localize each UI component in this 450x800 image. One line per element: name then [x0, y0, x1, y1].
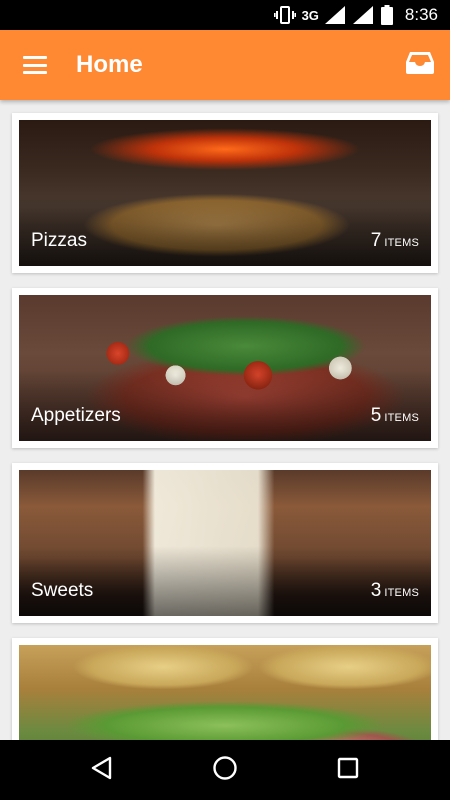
signal-strength-icon-2	[352, 6, 373, 24]
back-triangle-icon	[91, 756, 113, 785]
category-label: Sweets	[31, 580, 94, 601]
category-label: Appetizers	[31, 405, 121, 426]
system-nav-bar	[0, 740, 450, 800]
network-type: 3G	[301, 7, 319, 23]
battery-icon	[380, 5, 393, 25]
back-button[interactable]	[72, 740, 132, 800]
screen: 3G 8:36 Home Pizzas 7 ITEMS Appetizers 5…	[0, 0, 450, 800]
signal-strength-icon	[324, 6, 345, 24]
page-title: Home	[76, 51, 143, 78]
menu-button[interactable]	[0, 30, 70, 100]
hamburger-menu-icon	[23, 56, 47, 74]
item-count: 3 ITEMS	[371, 580, 419, 602]
status-bar: 3G 8:36	[0, 0, 450, 30]
home-circle-icon	[212, 755, 238, 786]
item-count-number: 5	[370, 405, 382, 426]
recents-square-icon	[337, 757, 359, 784]
vibrate-icon	[273, 6, 296, 24]
item-count-unit: ITEMS	[384, 237, 419, 249]
category-label: Pizzas	[31, 230, 87, 251]
item-count-unit: ITEMS	[384, 587, 419, 599]
home-button[interactable]	[195, 740, 255, 800]
item-count-number: 3	[370, 580, 382, 601]
item-count-unit: ITEMS	[384, 412, 419, 424]
category-card-appetizers[interactable]: Appetizers 5 ITEMS	[12, 288, 438, 448]
category-card-sandwiches[interactable]	[12, 638, 438, 740]
clock: 8:36	[404, 5, 438, 24]
app-bar: Home	[0, 30, 450, 100]
category-list: Pizzas 7 ITEMS Appetizers 5 ITEMS Sweets	[0, 100, 450, 740]
inbox-tray-icon	[405, 51, 435, 80]
item-count: 7 ITEMS	[371, 230, 419, 252]
category-card-sweets[interactable]: Sweets 3 ITEMS	[12, 463, 438, 623]
pizza-photo: Pizzas 7 ITEMS	[19, 120, 431, 266]
inbox-button[interactable]	[390, 30, 450, 100]
item-count-number: 7	[370, 230, 382, 251]
category-card-pizzas[interactable]: Pizzas 7 ITEMS	[12, 113, 438, 273]
sweets-photo: Sweets 3 ITEMS	[19, 470, 431, 616]
recents-button[interactable]	[318, 740, 378, 800]
item-count: 5 ITEMS	[371, 405, 419, 427]
sandwich-photo	[19, 645, 431, 740]
appetizer-photo: Appetizers 5 ITEMS	[19, 295, 431, 441]
